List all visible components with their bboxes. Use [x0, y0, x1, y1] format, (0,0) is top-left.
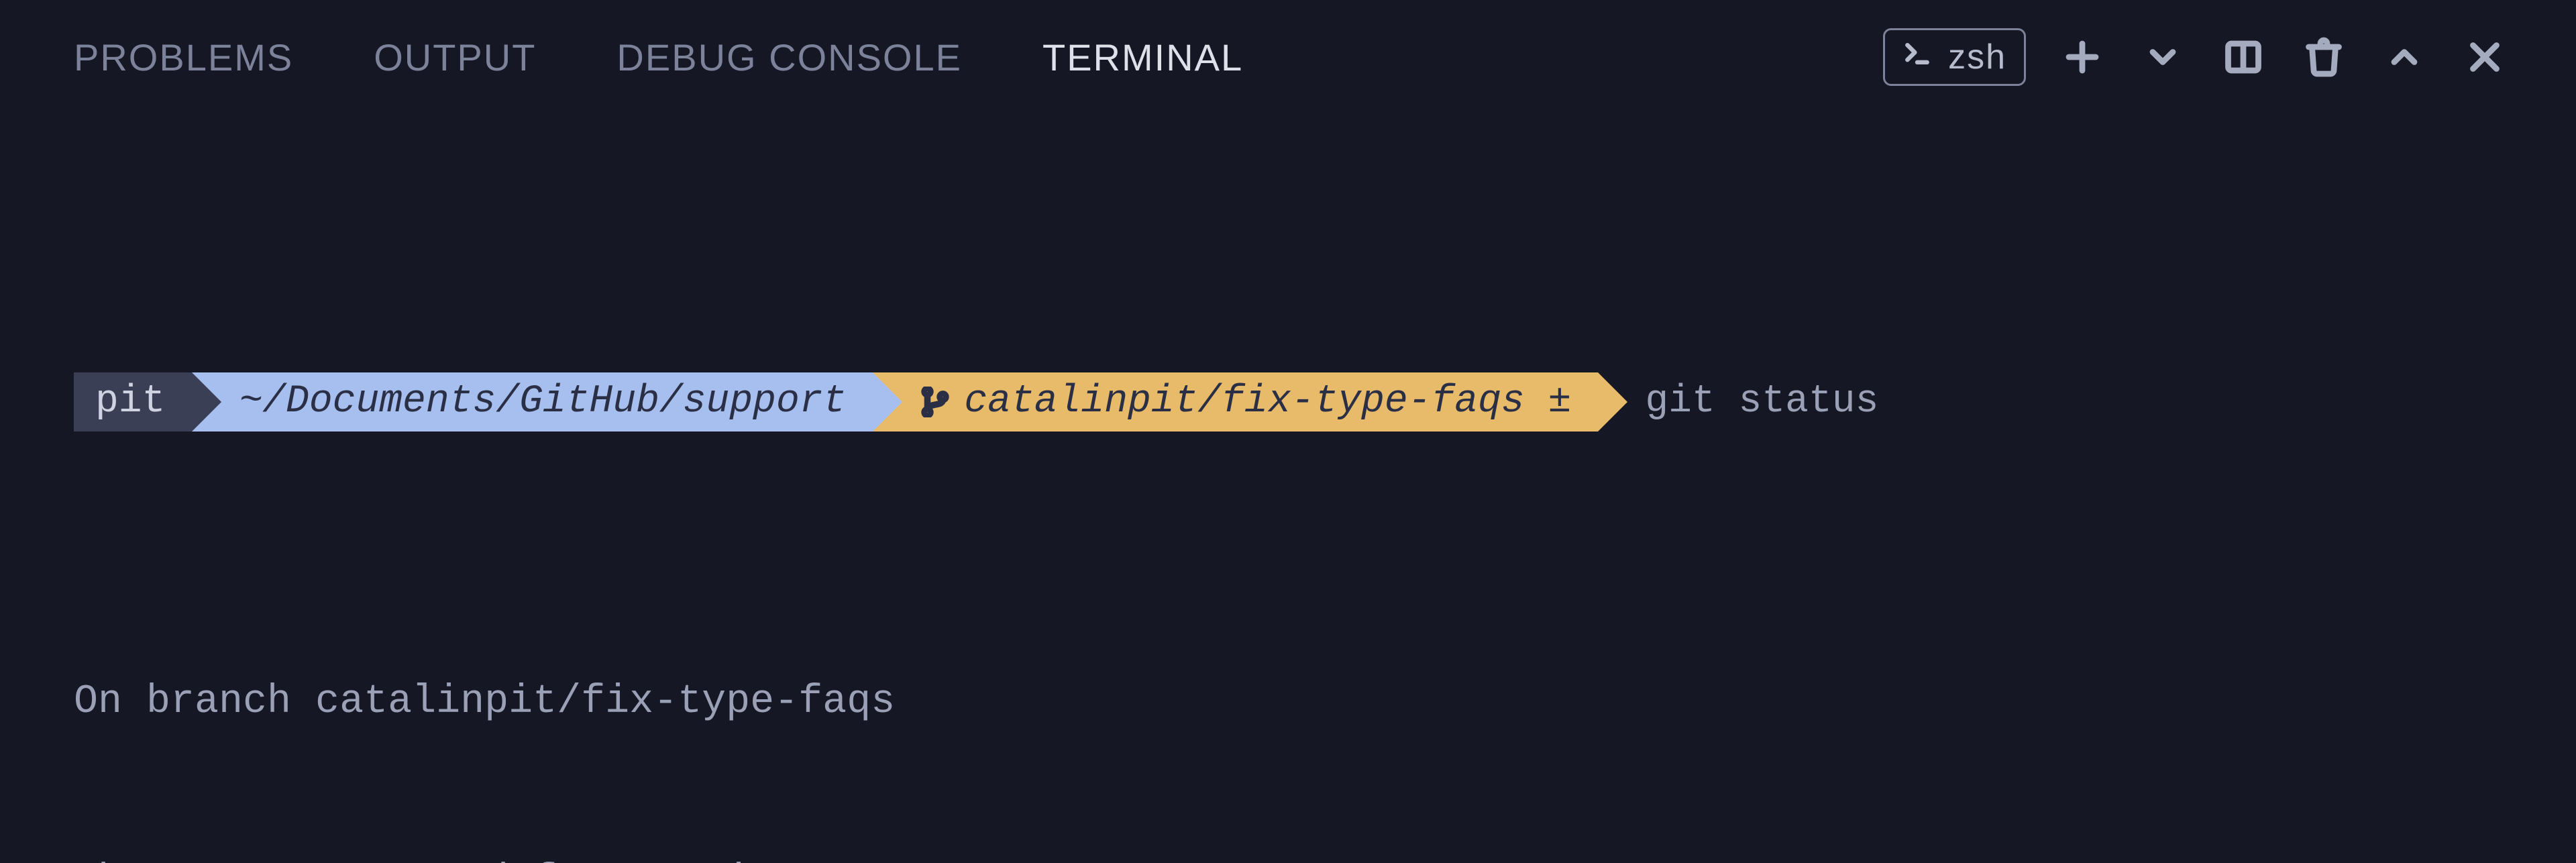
shell-name: zsh: [1948, 37, 2006, 77]
output-line: Changes not staged for commit:: [74, 852, 2509, 863]
git-branch-icon: [920, 387, 951, 417]
prompt-user-text: pit: [95, 373, 165, 431]
plus-icon: [2062, 37, 2102, 77]
chevron-up-icon: [2384, 37, 2424, 77]
chevron-down-icon: [2143, 37, 2183, 77]
trash-icon: [2304, 37, 2344, 77]
split-panel-icon: [2223, 37, 2263, 77]
kill-terminal-button[interactable]: [2300, 33, 2348, 81]
output-line: On branch catalinpit/fix-type-faqs: [74, 672, 2509, 732]
terminal-dropdown-button[interactable]: [2139, 33, 2187, 81]
prompt-branch-segment: catalinpit/fix-type-faqs ±: [873, 372, 1598, 432]
tab-problems[interactable]: PROBLEMS: [74, 36, 293, 79]
tab-output[interactable]: OUTPUT: [374, 36, 536, 79]
panel-tab-strip: PROBLEMS OUTPUT DEBUG CONSOLE TERMINAL z…: [0, 0, 2576, 114]
prompt-line: pit ~/Documents/GitHub/support catalinpi…: [74, 372, 2509, 432]
split-terminal-button[interactable]: [2219, 33, 2267, 81]
maximize-panel-button[interactable]: [2380, 33, 2428, 81]
prompt-path-text: ~/Documents/GitHub/support: [239, 373, 846, 431]
prompt-user-segment: pit: [74, 372, 192, 432]
new-terminal-button[interactable]: [2058, 33, 2106, 81]
prompt-branch-text: catalinpit/fix-type-faqs ±: [964, 373, 1571, 431]
tab-debug-console[interactable]: DEBUG CONSOLE: [616, 36, 962, 79]
panel-actions: zsh: [1883, 28, 2509, 86]
close-icon: [2465, 37, 2505, 77]
prompt-path-segment: ~/Documents/GitHub/support: [192, 372, 873, 432]
tab-terminal[interactable]: TERMINAL: [1042, 36, 1243, 79]
shell-selector[interactable]: zsh: [1883, 28, 2026, 86]
terminal-viewport[interactable]: pit ~/Documents/GitHub/support catalinpi…: [0, 114, 2576, 863]
close-panel-button[interactable]: [2461, 33, 2509, 81]
terminal-glyph-icon: [1902, 37, 1932, 77]
command-text: git status: [1598, 372, 1900, 432]
